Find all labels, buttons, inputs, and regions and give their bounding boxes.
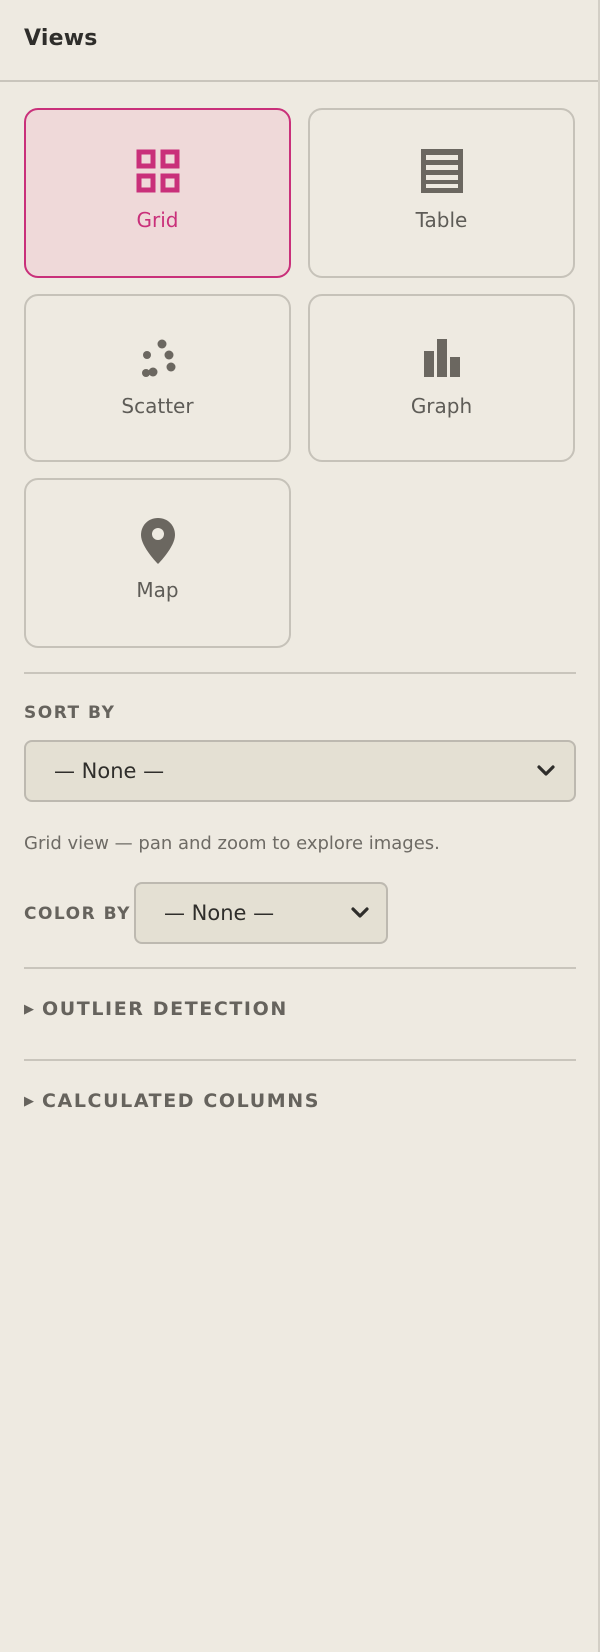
view-selector: Grid Table Scatter Graph Map — [0, 82, 600, 652]
scatter-icon — [134, 333, 182, 381]
color-by-select[interactable]: — None — — [134, 882, 388, 944]
view-hint-text: Grid view — pan and zoom to explore imag… — [24, 833, 440, 854]
table-icon — [418, 147, 466, 195]
panel-title: Views — [24, 26, 98, 51]
chevron-down-icon — [350, 906, 370, 920]
color-by-value: — None — — [164, 901, 275, 925]
bar-chart-icon — [418, 333, 466, 381]
color-by-label: COLOR BY — [24, 904, 131, 924]
view-card-grid[interactable]: Grid — [24, 108, 291, 278]
sort-by-value: — None — — [54, 759, 165, 783]
calculated-columns-toggle[interactable]: ▶ CALCULATED COLUMNS — [24, 1090, 320, 1112]
triangle-right-icon: ▶ — [24, 1001, 34, 1017]
divider — [24, 672, 576, 674]
view-card-scatter[interactable]: Scatter — [24, 294, 291, 462]
grid-icon — [134, 147, 182, 195]
outlier-detection-label: OUTLIER DETECTION — [42, 998, 288, 1020]
map-pin-icon — [134, 517, 182, 565]
sort-by-label: SORT BY — [24, 703, 116, 723]
view-card-label: Graph — [410, 394, 473, 418]
view-card-label: Scatter — [121, 394, 194, 418]
view-card-label: Table — [415, 208, 468, 232]
chevron-down-icon — [536, 764, 556, 778]
divider — [24, 1059, 576, 1061]
view-card-label: Map — [136, 578, 179, 602]
sort-by-select[interactable]: — None — — [24, 740, 576, 802]
view-card-graph[interactable]: Graph — [308, 294, 575, 462]
view-card-label: Grid — [136, 208, 179, 232]
calculated-columns-label: CALCULATED COLUMNS — [42, 1090, 321, 1112]
triangle-right-icon: ▶ — [24, 1093, 34, 1109]
panel-header: Views — [0, 0, 600, 82]
view-card-map[interactable]: Map — [24, 478, 291, 648]
view-card-table[interactable]: Table — [308, 108, 575, 278]
divider — [24, 967, 576, 969]
outlier-detection-toggle[interactable]: ▶ OUTLIER DETECTION — [24, 998, 288, 1020]
